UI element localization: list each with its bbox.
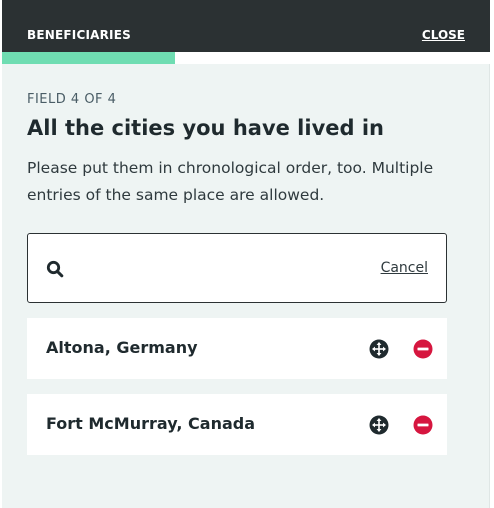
cancel-button[interactable]: Cancel	[381, 260, 428, 276]
progress-bar	[2, 52, 490, 64]
panel-header: BENEFICIARIES CLOSE	[2, 0, 490, 52]
search-icon	[46, 260, 64, 278]
list-item-label: Fort McMurray, Canada	[46, 414, 255, 433]
move-icon[interactable]	[369, 339, 389, 359]
list-item: Fort McMurray, Canada	[27, 394, 447, 455]
close-button[interactable]: CLOSE	[422, 28, 465, 42]
list-item-label: Altona, Germany	[46, 338, 198, 357]
field-counter: FIELD 4 OF 4	[27, 92, 117, 107]
remove-icon[interactable]	[413, 415, 433, 435]
search-box: Cancel	[27, 233, 447, 303]
helper-text: Please put them in chronological order, …	[27, 159, 434, 204]
beneficiaries-panel: BENEFICIARIES CLOSE FIELD 4 OF 4 All the…	[2, 0, 490, 508]
header-title: BENEFICIARIES	[27, 28, 131, 42]
remove-icon[interactable]	[413, 339, 433, 359]
move-icon[interactable]	[369, 415, 389, 435]
search-input[interactable]	[78, 252, 368, 286]
list-item: Altona, Germany	[27, 318, 447, 379]
question-title: All the cities you have lived in	[27, 116, 384, 140]
progress-bar-fill	[2, 52, 176, 64]
